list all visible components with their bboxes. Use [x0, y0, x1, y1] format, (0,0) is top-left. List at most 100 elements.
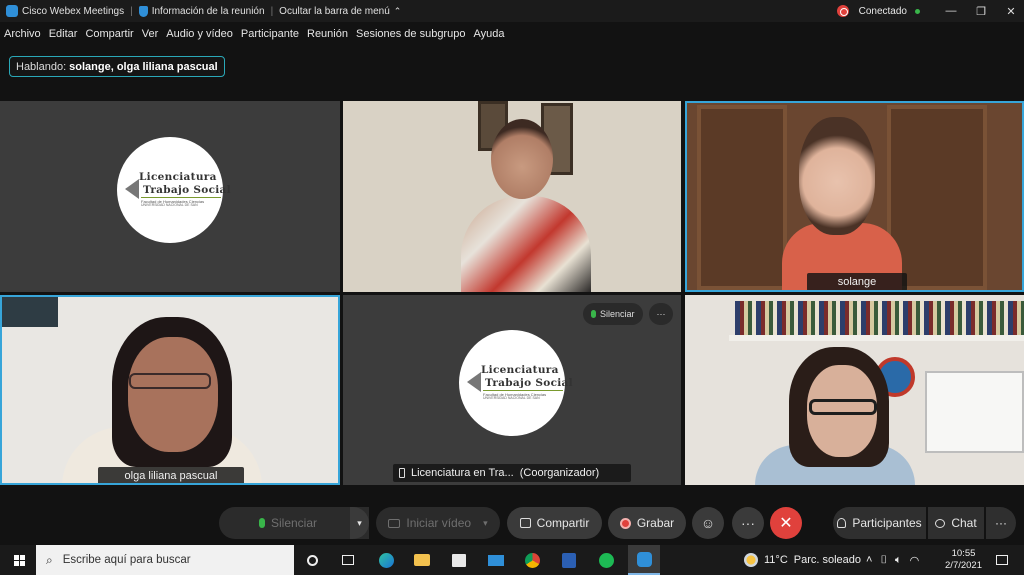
chevron-up-icon[interactable]: ˄ — [866, 554, 872, 566]
weather-temp: 11°C — [764, 554, 788, 566]
search-icon: ⌕ — [46, 552, 53, 567]
hide-menu-button[interactable]: Ocultar la barra de menú ⌃ — [273, 6, 407, 17]
store-icon[interactable] — [449, 550, 469, 570]
share-icon — [519, 518, 531, 528]
tile-more-button[interactable]: ··· — [649, 303, 673, 325]
video-tile-participant-6[interactable] — [685, 295, 1024, 485]
video-off-icon — [388, 518, 401, 528]
window-dark — [2, 297, 58, 327]
cortana-icon[interactable] — [302, 550, 322, 570]
video-tile-solange[interactable]: solange — [685, 101, 1024, 292]
network-icon[interactable]: ⌷ — [880, 554, 887, 567]
participants-button[interactable]: Participantes — [833, 507, 926, 539]
clock-time: 10:55 — [951, 548, 976, 559]
participant-head — [799, 117, 875, 235]
mute-participant-label: Silenciar — [600, 309, 635, 319]
webex-taskbar-icon[interactable] — [628, 545, 660, 575]
wifi-icon[interactable]: ◠ — [910, 554, 920, 567]
logo-mark-icon — [125, 179, 139, 199]
record-icon — [619, 517, 631, 529]
mute-participant-button[interactable]: Silenciar — [583, 303, 643, 325]
close-icon[interactable]: ✕ — [998, 5, 1024, 18]
titlebar-right: Conectado — ❐ ✕ — [836, 0, 1024, 22]
weather-sun-icon — [744, 553, 758, 567]
menu-sesiones-subgrupo[interactable]: Sesiones de subgrupo — [352, 28, 469, 40]
minimize-icon[interactable]: — — [938, 5, 964, 17]
chevron-up-icon: ⌃ — [393, 5, 402, 16]
chevron-down-icon: ▾ — [483, 517, 488, 528]
participant-head — [491, 119, 553, 199]
panel-more-button[interactable]: ··· — [986, 507, 1016, 539]
weather-widget[interactable]: 11°C Parc. soleado — [744, 545, 861, 575]
close-icon: ✕ — [779, 515, 793, 532]
logo-line-2: Trabajo Social — [485, 377, 573, 389]
participant-name: olga liliana pascual — [124, 470, 218, 482]
taskbar-clock[interactable]: 10:55 2/7/2021 — [945, 548, 982, 572]
logo-line-2: Trabajo Social — [143, 184, 231, 196]
meeting-info-button[interactable]: Información de la reunión — [133, 5, 271, 17]
phone-icon — [399, 468, 405, 478]
weather-desc: Parc. soleado — [793, 554, 862, 566]
reactions-button[interactable]: ☺ — [692, 507, 724, 539]
shield-icon — [138, 5, 148, 17]
leave-meeting-button[interactable]: ✕ — [770, 507, 802, 539]
chat-button[interactable]: Chat — [928, 507, 984, 539]
participant-nameplate: solange — [807, 273, 907, 290]
menu-bar: Archivo Editar Compartir Ver Audio y víd… — [0, 24, 508, 44]
video-tile-participant-2[interactable] — [343, 101, 681, 292]
menu-ver[interactable]: Ver — [138, 28, 163, 40]
task-view-icon[interactable] — [338, 550, 358, 570]
participant-glasses — [809, 399, 877, 415]
participant-head — [128, 337, 218, 452]
word-icon[interactable] — [559, 550, 579, 570]
video-tile-cohost[interactable]: Silenciar ··· Licenciatura Trabajo Socia… — [343, 295, 681, 485]
participant-video — [461, 196, 591, 292]
share-button[interactable]: Compartir — [507, 507, 602, 539]
menu-ayuda[interactable]: Ayuda — [469, 28, 508, 40]
record-button[interactable]: Grabar — [608, 507, 686, 539]
menu-archivo[interactable]: Archivo — [0, 28, 45, 40]
mail-icon[interactable] — [486, 550, 506, 570]
system-tray: ˄ ⌷ 🔈︎ ◠ — [866, 545, 919, 575]
taskbar-search-input[interactable]: ⌕ Escribe aquí para buscar — [36, 545, 294, 575]
speaking-label: Hablando: — [16, 60, 67, 73]
connection-dot-icon — [915, 8, 920, 14]
webex-logo-icon — [6, 5, 18, 17]
record-label: Grabar — [636, 516, 675, 530]
edge-icon[interactable] — [376, 550, 396, 570]
menu-reunion[interactable]: Reunión — [303, 28, 352, 40]
clock-date: 2/7/2021 — [945, 560, 982, 571]
chrome-icon[interactable] — [522, 550, 542, 570]
participant-nameplate: Licenciatura en Tra... (Coorganizador) — [393, 464, 631, 482]
menu-audio-video[interactable]: Audio y vídeo — [162, 28, 237, 40]
speaking-indicator: Hablando: solange, olga liliana pascual — [9, 56, 225, 77]
more-icon: ··· — [995, 516, 1007, 530]
menu-participante[interactable]: Participante — [237, 28, 303, 40]
start-video-button[interactable]: Iniciar vídeo ▾ — [376, 507, 500, 539]
mic-on-icon — [591, 310, 596, 318]
mute-label: Silenciar — [271, 516, 318, 530]
mute-button[interactable]: Silenciar — [219, 507, 369, 539]
participant-glasses — [129, 373, 211, 389]
trabajo-social-logo: Licenciatura Trabajo Social Facultad de … — [117, 137, 231, 243]
file-explorer-icon[interactable] — [412, 550, 432, 570]
more-options-button[interactable]: ··· — [732, 507, 764, 539]
more-icon: ··· — [741, 515, 755, 531]
logo-line-1: Licenciatura — [139, 171, 217, 183]
bookshelf — [735, 301, 1024, 335]
restore-icon[interactable]: ❐ — [968, 5, 994, 18]
volume-icon[interactable]: 🔈︎ — [895, 554, 902, 567]
notifications-icon[interactable] — [992, 550, 1012, 570]
smiley-icon: ☺ — [700, 515, 716, 531]
app-title: Cisco Webex Meetings — [0, 5, 130, 17]
menu-compartir[interactable]: Compartir — [81, 28, 137, 40]
video-tile-olga[interactable]: olga liliana pascual — [0, 295, 340, 485]
hide-menu-label: Ocultar la barra de menú — [279, 5, 390, 17]
menu-editar[interactable]: Editar — [45, 28, 82, 40]
logo-line-1: Licenciatura — [481, 364, 559, 376]
video-tile-logo-1[interactable]: Licenciatura Trabajo Social Facultad de … — [0, 101, 340, 292]
spotify-icon[interactable] — [596, 550, 616, 570]
windows-start-icon[interactable] — [9, 550, 29, 570]
meeting-controls: Silenciar ▾ Iniciar vídeo ▾ Compartir Gr… — [0, 507, 1024, 541]
participant-name: Licenciatura en Tra... — [411, 467, 514, 479]
